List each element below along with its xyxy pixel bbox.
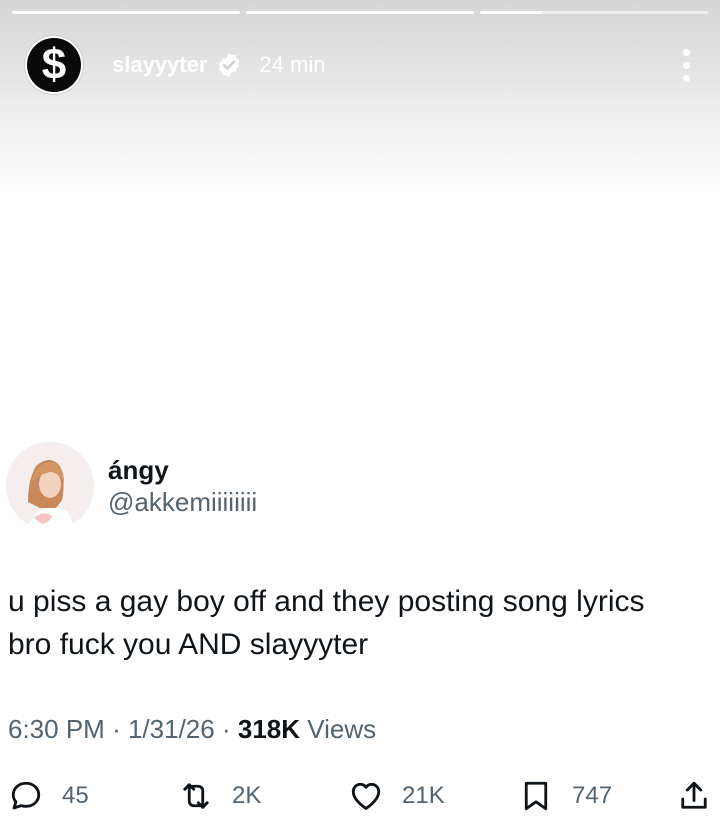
tweet-text: u piss a gay boy off and they posting so…: [8, 580, 712, 666]
bookmark-button[interactable]: 747: [518, 778, 668, 814]
dollar-logo-icon: $: [27, 38, 81, 92]
tweet-text-line: bro fuck you AND slayyyter: [8, 628, 369, 661]
share-icon: [681, 781, 707, 809]
tweet-date[interactable]: 1/31/26: [128, 714, 215, 744]
bookmark-count: 747: [572, 782, 613, 809]
tweet-handle[interactable]: @akkemiiiiiiii: [108, 486, 257, 518]
reply-button[interactable]: 45: [8, 778, 178, 814]
repost-button[interactable]: 2K: [178, 778, 348, 814]
reply-count: 45: [62, 782, 89, 809]
tweet-time[interactable]: 6:30 PM: [8, 714, 105, 744]
progress-segment: [246, 11, 474, 14]
like-count: 21K: [402, 782, 445, 809]
heart-icon: [351, 782, 381, 810]
story-username[interactable]: slayyyter: [112, 52, 207, 78]
more-vertical-icon[interactable]: [676, 45, 696, 85]
avatar[interactable]: [6, 442, 94, 530]
tweet-text-line: u piss a gay boy off and they posting so…: [8, 585, 645, 618]
repost-count: 2K: [232, 782, 262, 809]
story-avatar[interactable]: $: [24, 35, 84, 95]
reply-icon: [11, 781, 41, 810]
like-button[interactable]: 21K: [348, 778, 518, 814]
share-button[interactable]: [676, 778, 712, 814]
story-header-gradient: [0, 0, 720, 200]
progress-segment: [12, 11, 240, 14]
progress-segment: [480, 11, 708, 14]
meta-separator: ·: [221, 714, 231, 744]
views-label: Views: [307, 714, 377, 744]
repost-icon: [183, 783, 209, 809]
story-progress: [12, 11, 708, 15]
verified-badge-icon: [219, 52, 240, 78]
bookmark-icon: [524, 781, 548, 811]
tweet-display-name[interactable]: ángy: [108, 454, 257, 486]
tweet-actions: 45 2K 21K 747: [8, 775, 712, 817]
story-timestamp: 24 min: [259, 52, 326, 77]
profile-photo: [6, 442, 94, 530]
story-header: $ slayyyter 24 min: [24, 35, 696, 95]
meta-separator: ·: [112, 714, 121, 744]
views-count: 318K: [237, 714, 301, 744]
tweet-author: ángy @akkemiiiiiiii: [6, 442, 257, 530]
tweet-meta: 6:30 PM · 1/31/26 · 318K Views: [8, 714, 376, 745]
